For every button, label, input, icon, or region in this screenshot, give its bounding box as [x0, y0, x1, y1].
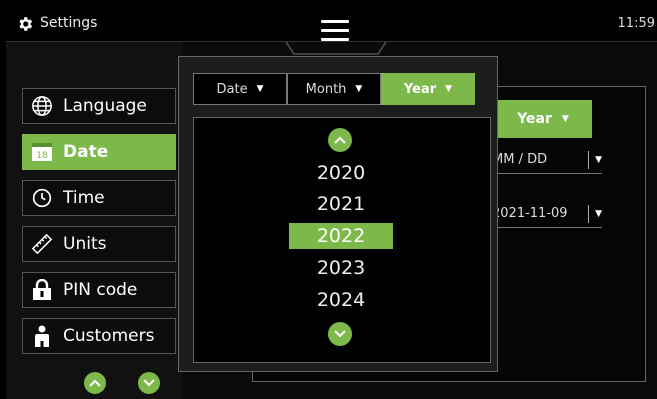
chevron-down-icon — [334, 330, 346, 338]
current-date-value: 2021-11-09 — [492, 206, 568, 221]
globe-icon — [31, 95, 53, 117]
tab-year-label: Year — [403, 81, 437, 97]
year-option-selected[interactable]: 2022 — [289, 223, 393, 249]
scroll-down-button[interactable] — [328, 322, 352, 346]
year-format-label: Year — [517, 111, 552, 127]
tab-date-label: Date — [216, 81, 248, 97]
year-option[interactable]: 2020 — [289, 160, 393, 186]
caret-down-icon: ▼ — [561, 114, 569, 124]
user-icon — [31, 325, 53, 347]
gear-icon — [19, 17, 33, 31]
date-picker-dropdown: Date ▼ Month ▼ Year ▼ 2020 2021 2022 202… — [178, 56, 498, 372]
sidebar: Language 18 Date Time Units PIN code Cus… — [6, 42, 182, 399]
sidebar-item-label: Time — [63, 188, 105, 208]
caret-down-icon: ▼ — [355, 84, 363, 94]
caret-down-icon: ▼ — [595, 208, 602, 219]
divider — [588, 204, 590, 223]
tab-date[interactable]: Date ▼ — [193, 73, 287, 105]
segment-tabs: Date ▼ Month ▼ Year ▼ — [193, 73, 475, 105]
page-title: Settings — [40, 15, 98, 31]
svg-text:18: 18 — [36, 151, 48, 161]
date-format-value: MM / DD — [492, 152, 548, 167]
current-date-field[interactable]: 2021-11-09 ▼ — [492, 200, 602, 228]
sidebar-item-date[interactable]: 18 Date — [22, 134, 176, 170]
sidebar-item-label: Units — [63, 234, 107, 254]
chevron-up-icon[interactable] — [84, 372, 106, 394]
scroll-up-button[interactable] — [328, 128, 352, 152]
sidebar-item-time[interactable]: Time — [22, 180, 176, 216]
caret-down-icon: ▼ — [445, 84, 453, 94]
ruler-icon — [31, 233, 53, 255]
tab-year[interactable]: Year ▼ — [381, 73, 475, 105]
sidebar-item-label: PIN code — [63, 280, 138, 300]
caret-down-icon: ▼ — [256, 84, 264, 94]
divider — [588, 150, 590, 169]
date-format-field[interactable]: MM / DD ▼ — [492, 146, 602, 174]
year-option[interactable]: 2024 — [289, 287, 393, 313]
clock-icon — [31, 187, 53, 209]
tab-month[interactable]: Month ▼ — [287, 73, 381, 105]
sidebar-item-customers[interactable]: Customers — [22, 318, 176, 354]
chevron-down-icon[interactable] — [138, 372, 160, 394]
sidebar-item-label: Customers — [63, 326, 155, 346]
sidebar-item-units[interactable]: Units — [22, 226, 176, 262]
year-option[interactable]: 2023 — [289, 255, 393, 281]
chevron-up-icon — [334, 136, 346, 144]
sidebar-item-label: Date — [63, 142, 109, 162]
device-screen: Settings 11:59 Language 18 Date Time Uni… — [6, 6, 657, 399]
sidebar-item-pin-code[interactable]: PIN code — [22, 272, 176, 308]
lock-icon — [31, 279, 53, 301]
hamburger-icon[interactable] — [321, 20, 349, 42]
clock-display: 11:59 — [617, 16, 655, 31]
year-list[interactable]: 2020 2021 2022 2023 2024 — [193, 117, 491, 363]
year-option[interactable]: 2021 — [289, 191, 393, 217]
caret-down-icon: ▼ — [595, 154, 602, 165]
year-format-button[interactable]: Year ▼ — [494, 100, 592, 138]
sidebar-item-language[interactable]: Language — [22, 88, 176, 124]
tab-month-label: Month — [305, 81, 347, 97]
sidebar-item-label: Language — [63, 96, 147, 116]
calendar-icon: 18 — [31, 141, 53, 163]
